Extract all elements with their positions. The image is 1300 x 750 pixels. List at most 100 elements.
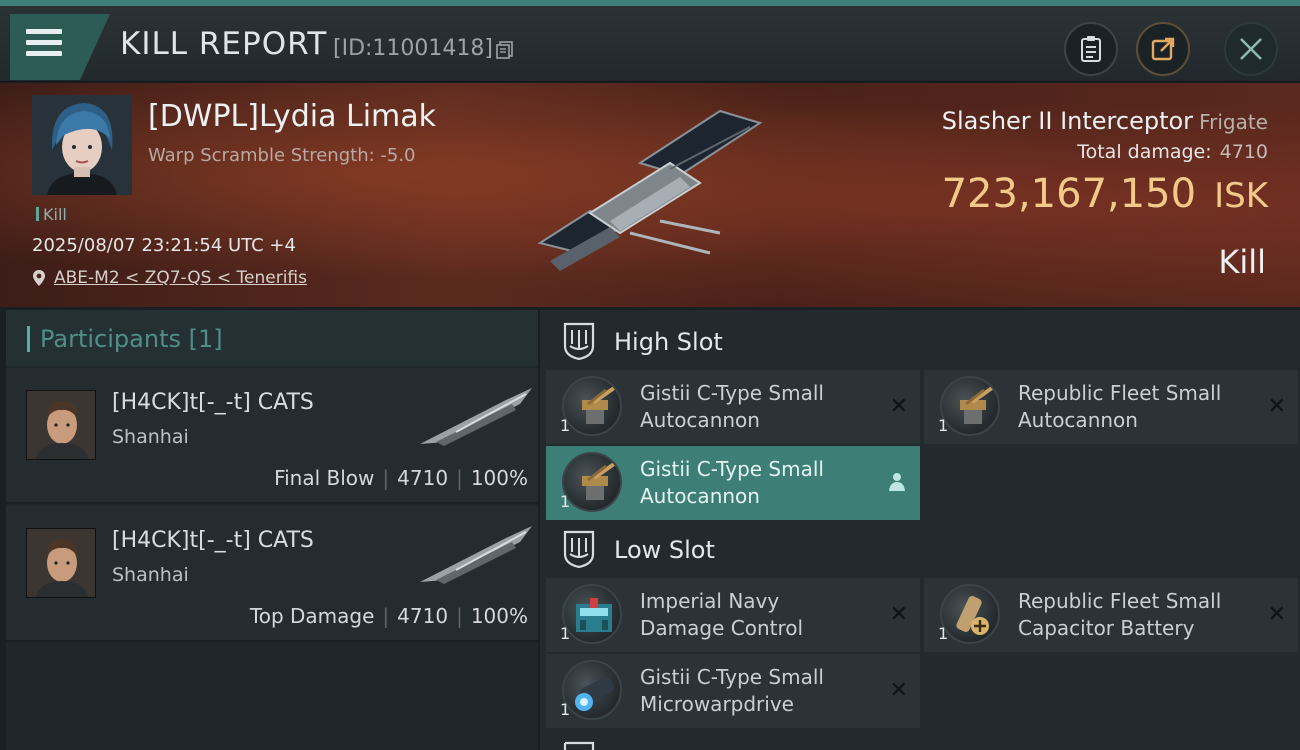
microwarpdrive-icon — [562, 660, 622, 720]
module-name-line2: Autocannon — [640, 484, 760, 508]
destroyed-x-icon: ✕ — [1267, 602, 1286, 627]
autocannon-icon — [562, 376, 622, 436]
module-name: Gistii C-Type Small Microwarpdrive — [640, 664, 870, 718]
participant-stats: Final Blow | 4710 | 100% — [274, 466, 528, 490]
module-item[interactable]: 1 Republic Fleet Small Autocannon ✕ — [924, 370, 1298, 444]
module-name-line1: Gistii C-Type Small — [640, 665, 824, 689]
total-damage-value: 4710 — [1219, 141, 1268, 163]
participant-stats: Top Damage | 4710 | 100% — [249, 604, 528, 628]
total-damage-label: Total damage: — [1077, 141, 1212, 163]
share-icon — [1151, 37, 1175, 61]
module-item[interactable]: 1 Republic Fleet Small Capacitor Battery … — [924, 578, 1298, 652]
module-item[interactable]: 1 Imperial Navy Damage Control ✕ — [546, 578, 920, 652]
destroyed-x-icon: ✕ — [889, 602, 908, 627]
module-name: Republic Fleet Small Autocannon — [1018, 380, 1248, 434]
low-slot-icon — [563, 530, 595, 568]
close-icon — [1240, 38, 1262, 60]
module-quantity: 1 — [560, 416, 571, 435]
kill-location-link[interactable]: ABE-M2 < ZQ7-QS < Tenerifis — [54, 268, 307, 288]
victim-portrait[interactable] — [32, 95, 132, 195]
destroyed-x-icon: ✕ — [1267, 394, 1286, 419]
participants-count: [1] — [188, 325, 223, 353]
clipboard-button[interactable] — [1064, 22, 1118, 76]
participant-corp: Shanhai — [112, 564, 189, 586]
module-name-line2: Damage Control — [640, 616, 804, 640]
participants-panel: Participants [1] [H4CK]t[-_-t] CATS Shan… — [6, 310, 538, 750]
high-slot-header: High Slot — [540, 312, 1300, 370]
autocannon-icon — [562, 452, 622, 512]
module-quantity: 1 — [560, 492, 571, 511]
participant-corp: Shanhai — [112, 426, 189, 448]
module-item[interactable]: 1 Gistii C-Type Small Autocannon ✕ — [546, 370, 920, 444]
ship-name-text: Slasher II Interceptor — [941, 107, 1194, 135]
high-slot-icon — [563, 322, 595, 360]
warp-scramble-strength: Warp Scramble Strength: -5.0 — [148, 145, 416, 166]
low-slot-title: Low Slot — [614, 536, 715, 564]
location-pin-icon — [33, 270, 45, 286]
isk-amount: 723,167,150 — [941, 171, 1197, 217]
victim-name[interactable]: [DWPL]Lydia Limak — [148, 99, 436, 134]
mid-slot-icon — [563, 741, 595, 750]
autocannon-icon — [940, 376, 1000, 436]
module-name: Imperial Navy Damage Control — [640, 588, 870, 642]
module-name-line2: Autocannon — [640, 408, 760, 432]
destroyed-x-icon: ✕ — [889, 678, 908, 703]
participant-ship-icon — [420, 526, 532, 584]
kill-result: Kill — [1218, 243, 1266, 281]
capacitor-battery-icon — [940, 584, 1000, 644]
module-quantity: 1 — [560, 700, 571, 719]
module-name-line1: Republic Fleet Small — [1018, 381, 1222, 405]
module-quantity: 1 — [938, 624, 949, 643]
total-damage: Total damage: 4710 — [1077, 141, 1268, 163]
hamburger-menu-icon[interactable] — [26, 29, 62, 59]
module-name-line2: Capacitor Battery — [1018, 616, 1195, 640]
victim-ship-name[interactable]: Slasher II Interceptor Frigate — [942, 107, 1268, 135]
isk-unit: ISK — [1214, 176, 1268, 216]
dropped-person-icon — [889, 473, 905, 491]
module-item[interactable]: 1 Gistii C-Type Small Microwarpdrive ✕ — [546, 654, 920, 728]
module-name: Gistii C-Type Small Autocannon — [640, 456, 870, 510]
report-id: [ID:11001418] — [333, 36, 493, 61]
participant-percent: 100% — [470, 604, 528, 628]
victim-banner: [DWPL]Lydia Limak Warp Scramble Strength… — [0, 83, 1300, 307]
module-name-line1: Gistii C-Type Small — [640, 457, 824, 481]
module-name-line1: Gistii C-Type Small — [640, 381, 824, 405]
page-title: KILL REPORT — [120, 26, 328, 62]
destroyed-x-icon: ✕ — [889, 394, 908, 419]
header-accent-bar — [27, 326, 30, 352]
fitting-panel: High Slot 1 Gistii C-Type Small Autocanno… — [540, 310, 1300, 750]
module-name-line1: Imperial Navy — [640, 589, 780, 613]
participant-row[interactable]: [H4CK]t[-_-t] CATS Shanhai Final Blow | 47… — [6, 368, 538, 504]
module-item-selected[interactable]: 1 Gistii C-Type Small Autocannon — [546, 446, 920, 520]
participant-name[interactable]: [H4CK]t[-_-t] CATS — [112, 528, 314, 553]
participants-header: Participants [1] — [6, 310, 538, 366]
module-name-line1: Republic Fleet Small — [1018, 589, 1222, 613]
close-button[interactable] — [1224, 22, 1278, 76]
participants-title-line: Participants [1] — [40, 325, 223, 353]
participant-role: Top Damage — [249, 604, 375, 628]
module-name-line2: Microwarpdrive — [640, 692, 794, 716]
copy-icon[interactable] — [496, 41, 514, 59]
participant-row[interactable]: [H4CK]t[-_-t] CATS Shanhai Top Damage | 47… — [6, 506, 538, 642]
participant-role: Final Blow — [274, 466, 375, 490]
ship-class: Frigate — [1199, 110, 1268, 134]
participant-damage: 4710 — [397, 604, 449, 628]
module-name-line2: Autocannon — [1018, 408, 1138, 432]
participant-ship-icon — [420, 388, 532, 446]
kill-tag: Kill — [36, 205, 67, 224]
kill-datetime: 2025/08/07 23:21:54 UTC +4 — [32, 235, 296, 256]
header-bar: KILL REPORT [ID:11001418] — [0, 6, 1300, 82]
share-button[interactable] — [1136, 22, 1190, 76]
mid-slot-header-partial — [562, 738, 682, 750]
participant-avatar[interactable] — [26, 390, 96, 460]
module-name: Gistii C-Type Small Autocannon — [640, 380, 870, 434]
module-quantity: 1 — [938, 416, 949, 435]
participant-avatar[interactable] — [26, 528, 96, 598]
low-slot-header: Low Slot — [540, 520, 1300, 578]
victim-ship-render — [537, 109, 763, 271]
participant-name[interactable]: [H4CK]t[-_-t] CATS — [112, 390, 314, 415]
damage-control-icon — [562, 584, 622, 644]
clipboard-icon — [1081, 36, 1101, 62]
high-slot-title: High Slot — [614, 328, 723, 356]
participants-title: Participants — [40, 325, 181, 353]
